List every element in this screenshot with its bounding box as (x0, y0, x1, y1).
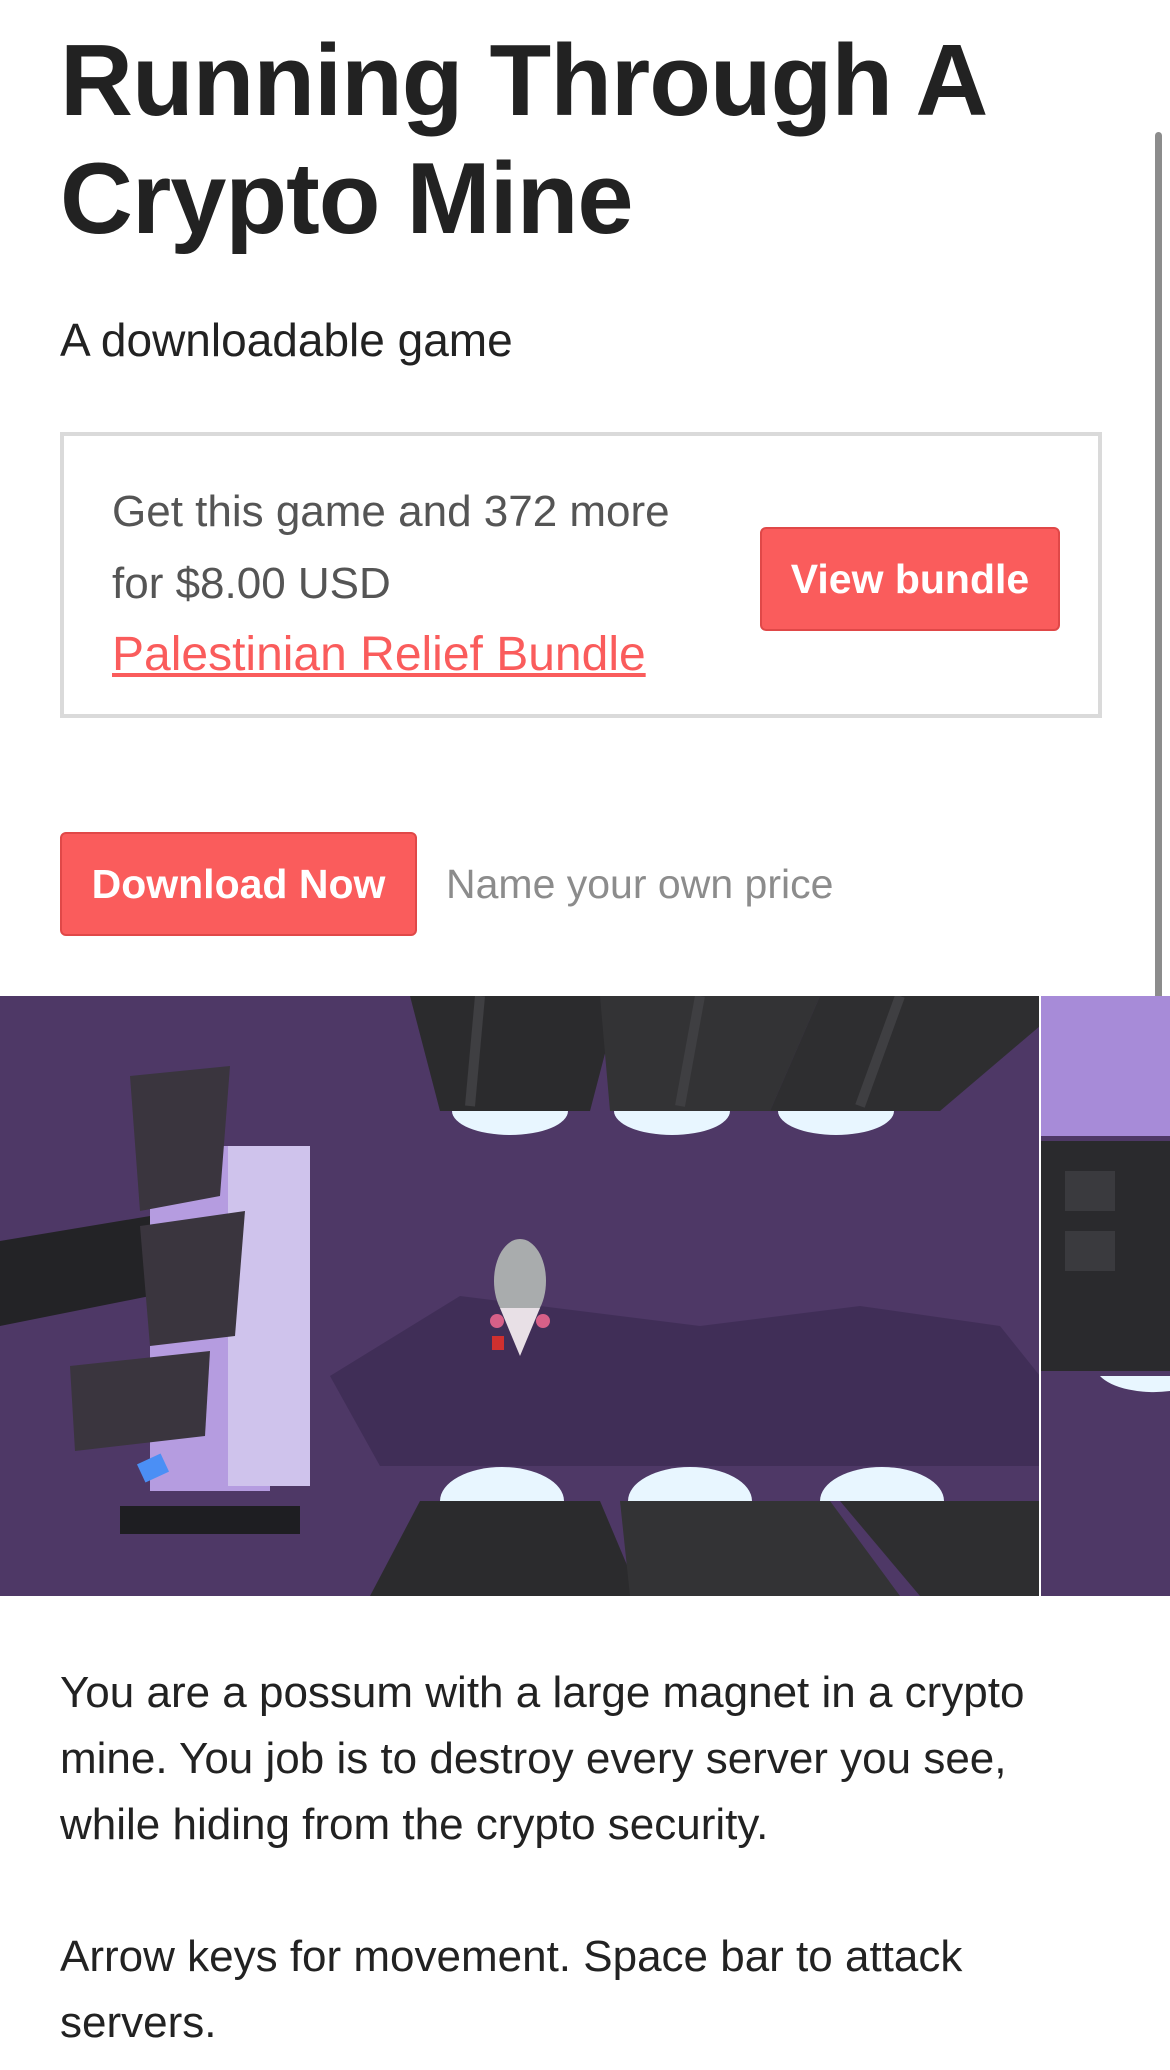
download-now-button[interactable]: Download Now (60, 832, 417, 936)
bundle-text-block: Get this game and 372 more for $8.00 USD… (112, 476, 712, 694)
game-title: Running Through A Crypto Mine (60, 25, 985, 255)
price-label: Name your own price (446, 861, 834, 907)
bundle-link[interactable]: Palestinian Relief Bundle (112, 616, 712, 694)
description-paragraph-1: You are a possum with a large magnet in … (60, 1668, 1025, 1849)
screenshot-gallery[interactable] (0, 996, 1170, 1596)
description-paragraph-2: Arrow keys for movement. Space bar to at… (60, 1932, 963, 2047)
game-subtitle: A downloadable game (60, 314, 513, 366)
bundle-banner: Get this game and 372 more for $8.00 USD… (60, 432, 1102, 718)
server-rack-top-1 (410, 996, 620, 1111)
game-description: You are a possum with a large magnet in … (60, 1660, 1100, 2070)
view-bundle-button[interactable]: View bundle (760, 527, 1060, 631)
bundle-offer-text: Get this game and 372 more for $8.00 USD (112, 487, 670, 608)
game-page: Running Through A Crypto Mine A download… (0, 0, 1170, 2070)
game-screenshot[interactable] (0, 996, 1170, 1596)
